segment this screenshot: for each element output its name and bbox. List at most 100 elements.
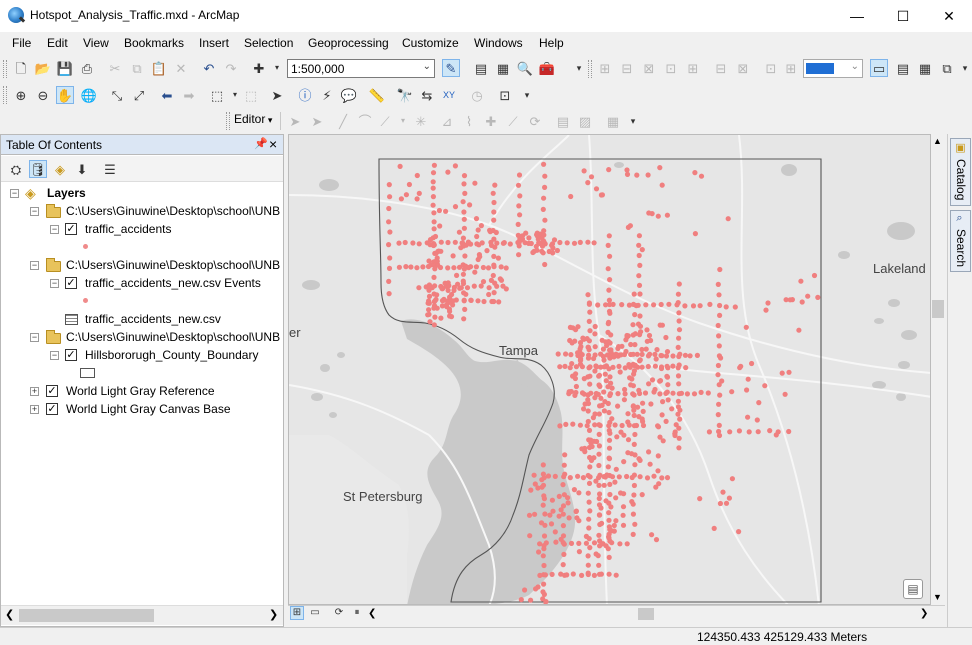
tree-item-table[interactable]: traffic_accidents_new.csv — [1, 311, 283, 329]
list-by-drawing-order-icon[interactable]: ⛭ — [7, 160, 25, 178]
georef-icon[interactable]: ⊞ — [596, 59, 614, 77]
collapse-icon[interactable]: − — [30, 261, 39, 270]
back-extent-icon[interactable]: ⬅ — [158, 86, 176, 104]
menu-insert[interactable]: Insert — [199, 36, 229, 50]
layer-visibility-checkbox[interactable]: ✓ — [46, 385, 58, 397]
menu-selection[interactable]: Selection — [244, 36, 293, 50]
toolbar-overflow-icon[interactable]: ▾ — [624, 112, 642, 130]
split-icon[interactable]: ⟋ — [504, 112, 522, 130]
toolbar-overflow-icon[interactable]: ▾ — [518, 86, 536, 104]
time-slider-icon[interactable]: ◷ — [468, 86, 486, 104]
map-canvas[interactable]: Lakeland Tampa St Petersburg er — [289, 135, 931, 605]
layout-tool-icon[interactable]: ▦ — [916, 59, 934, 77]
georef-icon[interactable]: ⊡ — [662, 59, 680, 77]
scrollbar-thumb[interactable] — [19, 609, 154, 622]
pin-icon[interactable]: 📌 — [254, 137, 268, 150]
tree-item-source-folder[interactable]: − C:\Users\Ginuwine\Desktop\school\UNB — [1, 329, 283, 347]
toc-horizontal-scrollbar[interactable]: ❮ ❯ — [1, 605, 283, 625]
cut-polygons-icon[interactable]: ✚ — [482, 112, 500, 130]
expand-icon[interactable]: + — [30, 405, 39, 414]
catalog-tab[interactable]: ▣ Catalog — [950, 138, 971, 206]
catalog-window-icon[interactable]: ▦ — [494, 59, 512, 77]
tree-item-layer[interactable]: − ✓ Hillsbororugh_County_Boundary — [1, 347, 283, 365]
editor-menu-button[interactable]: Editor ▾ — [234, 112, 272, 126]
refresh-icon[interactable]: ⟳ — [332, 606, 346, 620]
arctoolbox-icon[interactable]: 🧰 — [538, 59, 556, 77]
tree-item-basemap[interactable]: + ✓ World Light Gray Reference — [1, 383, 283, 401]
polygon-symbol-icon[interactable] — [80, 368, 95, 378]
collapse-icon[interactable]: − — [50, 279, 59, 288]
select-elements-icon[interactable]: ➤ — [268, 86, 286, 104]
map-horizontal-scrollbar[interactable]: ⊞ ▭ ⟳ ⏸ ❮ ❯ — [288, 605, 945, 622]
print-icon[interactable]: ⎙ — [78, 59, 96, 77]
scroll-right-icon[interactable]: ❯ — [920, 608, 928, 619]
copy-icon[interactable]: ⧉ — [128, 59, 146, 77]
add-data-icon[interactable]: ✚ — [250, 59, 268, 77]
list-by-selection-icon[interactable]: ⬇ — [73, 160, 91, 178]
minimize-button[interactable]: — — [834, 0, 880, 32]
toc-window-icon[interactable]: ▤ — [472, 59, 490, 77]
pause-drawing-icon[interactable]: ⏸ — [350, 606, 364, 620]
scroll-left-icon[interactable]: ❮ — [368, 608, 376, 619]
chevron-down-icon[interactable]: ▾ — [394, 112, 412, 130]
point-symbol-icon[interactable] — [83, 244, 88, 249]
tree-item-source-folder[interactable]: − C:\Users\Ginuwine\Desktop\school\UNB — [1, 257, 283, 275]
map-vertical-scrollbar[interactable]: ▲ ▼ — [931, 134, 945, 605]
search-tab[interactable]: ⌕ Search — [950, 210, 971, 272]
pan-icon[interactable]: ✋ — [56, 86, 74, 104]
rotate-icon[interactable]: ⟳ — [526, 112, 544, 130]
georef-icon[interactable]: ⊟ — [618, 59, 636, 77]
edit-vertices-icon[interactable]: ⊿ — [438, 112, 456, 130]
layout-tool-icon[interactable]: ⧉ — [938, 59, 956, 77]
forward-extent-icon[interactable]: ➡ — [180, 86, 198, 104]
collapse-icon[interactable]: − — [50, 351, 59, 360]
full-extent-icon[interactable]: 🌐 — [80, 86, 98, 104]
georef-icon[interactable]: ⊠ — [734, 59, 752, 77]
viewer-window-icon[interactable]: ⊡ — [496, 86, 514, 104]
georef-icon[interactable]: ⊞ — [684, 59, 702, 77]
tree-item-layer[interactable]: − ✓ traffic_accidents — [1, 221, 283, 239]
fixed-zoom-out-icon[interactable]: ⤢ — [130, 86, 148, 104]
collapse-icon[interactable]: − — [30, 333, 39, 342]
layer-visibility-checkbox[interactable]: ✓ — [46, 403, 58, 415]
georef-icon[interactable]: ⊡ — [762, 59, 780, 77]
toolbar-grip[interactable] — [588, 60, 592, 78]
menu-geoprocessing[interactable]: Geoprocessing — [308, 36, 389, 50]
color-combo[interactable]: ⌄ — [803, 59, 863, 78]
georef-icon[interactable]: ⊞ — [782, 59, 800, 77]
menu-windows[interactable]: Windows — [474, 36, 523, 50]
collapse-icon[interactable]: − — [30, 207, 39, 216]
close-button[interactable]: ✕ — [926, 0, 972, 32]
georef-icon[interactable]: ⊠ — [640, 59, 658, 77]
scrollbar-thumb[interactable] — [638, 608, 654, 620]
reshape-icon[interactable]: ⌇ — [460, 112, 478, 130]
fixed-zoom-in-icon[interactable]: ⤡ — [108, 86, 126, 104]
layer-visibility-checkbox[interactable]: ✓ — [65, 277, 77, 289]
layer-visibility-checkbox[interactable]: ✓ — [65, 223, 77, 235]
open-folder-icon[interactable]: 📂 — [34, 59, 52, 77]
zoom-out-icon[interactable]: ⊖ — [34, 86, 52, 104]
maximize-button[interactable]: ☐ — [880, 0, 926, 32]
zoom-in-icon[interactable]: ⊕ — [12, 86, 30, 104]
collapse-icon[interactable]: − — [50, 225, 59, 234]
layout-tool-icon[interactable]: ▤ — [894, 59, 912, 77]
find-icon[interactable]: 🔭 — [396, 86, 414, 104]
point-icon[interactable]: ✳ — [412, 112, 430, 130]
map-view[interactable]: Lakeland Tampa St Petersburg er ▤ — [288, 134, 931, 605]
paste-icon[interactable]: 📋 — [150, 59, 168, 77]
attributes-icon[interactable]: ▤ — [554, 112, 572, 130]
collapse-icon[interactable]: − — [10, 189, 19, 198]
tree-item-layers[interactable]: − ◈ Layers — [1, 185, 283, 203]
map-scale-combo[interactable]: 1:500,000 ⌄ — [287, 59, 435, 78]
layout-view-icon[interactable]: ▭ — [870, 59, 888, 77]
create-features-icon[interactable]: ▦ — [604, 112, 622, 130]
close-icon[interactable]: × — [269, 136, 277, 152]
list-by-source-icon[interactable]: 🛢 — [29, 160, 47, 178]
delete-icon[interactable]: ✕ — [172, 59, 190, 77]
go-to-xy-icon[interactable]: XY — [440, 86, 458, 104]
point-symbol-icon[interactable] — [83, 298, 88, 303]
straight-segment-icon[interactable]: ╱ — [334, 112, 352, 130]
data-view-icon[interactable]: ⊞ — [290, 606, 304, 620]
edit-tool-icon[interactable]: ➤ — [286, 112, 304, 130]
identify-icon[interactable]: ⓘ — [296, 86, 314, 104]
